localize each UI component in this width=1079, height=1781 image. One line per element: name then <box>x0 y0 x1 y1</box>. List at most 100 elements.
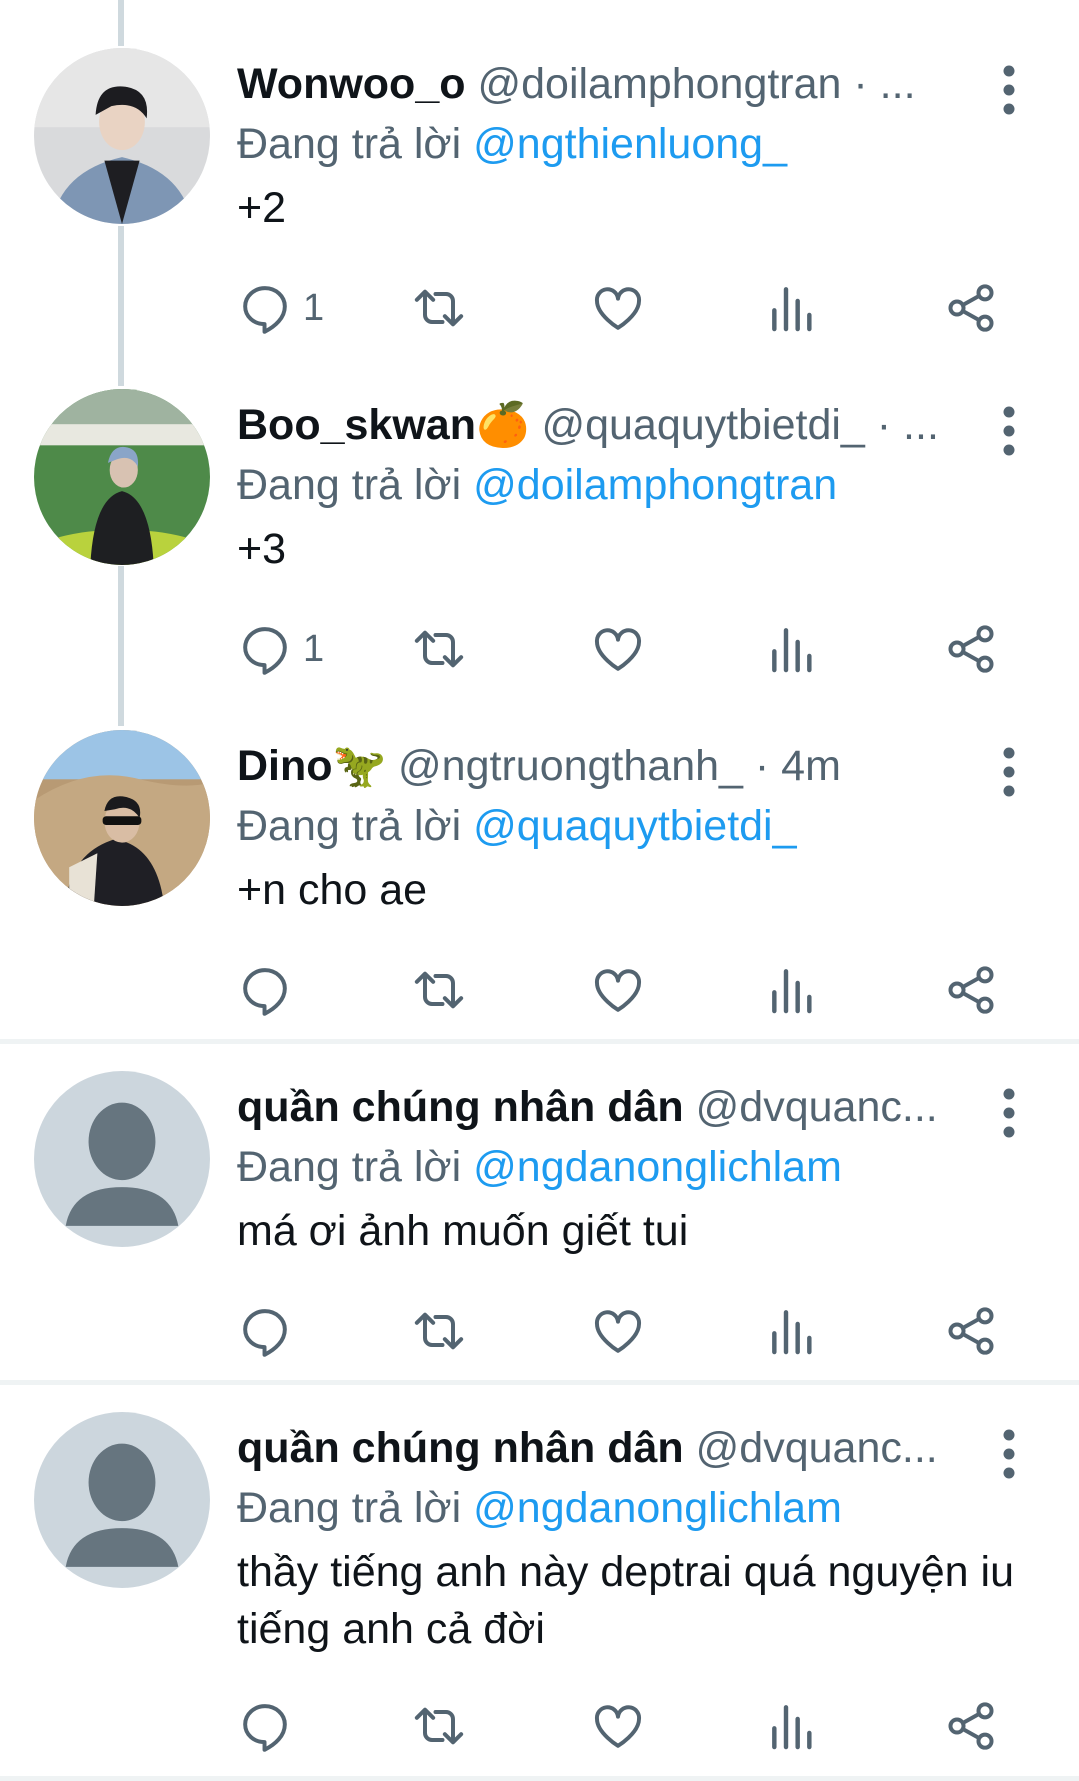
share-button[interactable] <box>943 955 999 1025</box>
mention-link[interactable]: @ngdanonglichlam <box>473 1484 842 1532</box>
retweet-icon <box>414 1707 464 1745</box>
views-icon <box>772 1705 812 1750</box>
retweet-button[interactable] <box>411 1691 467 1761</box>
tweet[interactable]: quần chúng nhân dân @dvquanc... Đang trả… <box>0 1404 1079 1781</box>
tweet-text: +3 <box>237 525 287 573</box>
reply-button[interactable] <box>237 955 303 1025</box>
mention-link[interactable]: @ngdanonglichlam <box>473 1143 842 1191</box>
retweet-button[interactable] <box>411 1296 467 1366</box>
more-vertical-icon <box>1003 1429 1015 1479</box>
reply-button[interactable] <box>237 1691 303 1761</box>
retweet-button[interactable] <box>411 273 467 343</box>
tweet-header: Boo_skwan🍊 @quaquytbietdi_ · ... <box>237 395 969 455</box>
more-options-button[interactable] <box>985 62 1033 118</box>
tweet[interactable]: Wonwoo_o @doilamphongtran · ... Đang trả… <box>0 40 1079 360</box>
display-name[interactable]: Dino🦖 <box>237 742 386 790</box>
divider <box>0 1380 1079 1385</box>
share-icon <box>948 1702 994 1750</box>
handle-meta[interactable]: @dvquanc... <box>696 1424 938 1472</box>
tweet-text: thầy tiếng anh này deptrai quá nguyện iu… <box>237 1548 1014 1653</box>
action-bar <box>0 1691 1079 1761</box>
views-icon <box>772 628 812 673</box>
like-button[interactable] <box>590 614 646 684</box>
like-icon <box>595 628 641 671</box>
replying-prefix: Đang trả lời <box>237 1484 462 1532</box>
more-vertical-icon <box>1003 1088 1015 1138</box>
views-icon <box>772 287 812 332</box>
more-options-button[interactable] <box>985 1426 1033 1482</box>
handle-meta[interactable]: @quaquytbietdi_ · ... <box>541 401 938 449</box>
reply-icon <box>243 1704 287 1752</box>
views-button[interactable] <box>765 614 821 684</box>
more-vertical-icon <box>1003 406 1015 456</box>
views-button[interactable] <box>765 1691 821 1761</box>
share-button[interactable] <box>943 614 999 684</box>
mention-link[interactable]: @doilamphongtran <box>473 461 837 509</box>
display-name[interactable]: Boo_skwan🍊 <box>237 401 530 449</box>
views-icon <box>772 1310 812 1355</box>
avatar[interactable] <box>34 730 210 906</box>
tweet[interactable]: Dino🦖 @ngtruongthanh_ · 4m Đang trả lời … <box>0 722 1079 1042</box>
reply-button[interactable]: 1 <box>237 614 324 684</box>
avatar[interactable] <box>34 48 210 224</box>
like-button[interactable] <box>590 955 646 1025</box>
reply-button[interactable] <box>237 1296 303 1366</box>
tweet-text: +2 <box>237 184 287 232</box>
reply-button[interactable]: 1 <box>237 273 324 343</box>
share-icon <box>948 966 994 1014</box>
handle-meta[interactable]: @doilamphongtran · ... <box>477 60 915 108</box>
more-options-button[interactable] <box>985 744 1033 800</box>
like-icon <box>595 1310 641 1353</box>
action-bar: 1 <box>0 614 1079 684</box>
tweet[interactable]: Boo_skwan🍊 @quaquytbietdi_ · ... Đang tr… <box>0 381 1079 701</box>
avatar[interactable] <box>34 1071 210 1247</box>
share-button[interactable] <box>943 1691 999 1761</box>
like-button[interactable] <box>590 273 646 343</box>
share-icon <box>948 284 994 332</box>
share-icon <box>948 1307 994 1355</box>
like-icon <box>595 287 641 330</box>
display-name[interactable]: quần chúng nhân dân <box>237 1083 684 1131</box>
replying-to: Đang trả lời @doilamphongtran <box>237 455 837 515</box>
retweet-button[interactable] <box>411 955 467 1025</box>
action-bar <box>0 955 1079 1025</box>
divider <box>0 1039 1079 1044</box>
display-name[interactable]: Wonwoo_o <box>237 60 466 108</box>
mention-link[interactable]: @ngthienluong_ <box>473 120 787 168</box>
retweet-icon <box>414 971 464 1009</box>
replying-to: Đang trả lời @ngdanonglichlam <box>237 1478 842 1538</box>
replying-to: Đang trả lời @ngdanonglichlam <box>237 1137 842 1197</box>
like-button[interactable] <box>590 1296 646 1366</box>
reply-icon <box>243 968 287 1016</box>
replying-prefix: Đang trả lời <box>237 461 462 509</box>
like-icon <box>595 1705 641 1748</box>
share-icon <box>948 625 994 673</box>
more-options-button[interactable] <box>985 1085 1033 1141</box>
action-bar <box>0 1296 1079 1366</box>
tweet-header: Wonwoo_o @doilamphongtran · ... <box>237 54 969 114</box>
replying-prefix: Đang trả lời <box>237 802 462 850</box>
views-button[interactable] <box>765 1296 821 1366</box>
replying-to: Đang trả lời @quaquytbietdi_ <box>237 796 797 856</box>
share-button[interactable] <box>943 273 999 343</box>
display-name[interactable]: quần chúng nhân dân <box>237 1424 684 1472</box>
views-button[interactable] <box>765 955 821 1025</box>
reply-icon <box>243 627 287 675</box>
avatar[interactable] <box>34 1412 210 1588</box>
replying-prefix: Đang trả lời <box>237 120 462 168</box>
handle-meta[interactable]: @dvquanc... <box>696 1083 938 1131</box>
retweet-button[interactable] <box>411 614 467 684</box>
tweet[interactable]: quần chúng nhân dân @dvquanc... Đang trả… <box>0 1063 1079 1383</box>
more-options-button[interactable] <box>985 403 1033 459</box>
avatar[interactable] <box>34 389 210 565</box>
reply-icon <box>243 1309 287 1357</box>
share-button[interactable] <box>943 1296 999 1366</box>
handle-meta[interactable]: @ngtruongthanh_ · 4m <box>398 742 841 790</box>
mention-link[interactable]: @quaquytbietdi_ <box>473 802 796 850</box>
views-button[interactable] <box>765 273 821 343</box>
like-button[interactable] <box>590 1691 646 1761</box>
retweet-icon <box>414 1312 464 1350</box>
tweet-header: quần chúng nhân dân @dvquanc... <box>237 1418 969 1478</box>
tweet-text: +n cho ae <box>237 866 428 914</box>
default-avatar-icon <box>34 1071 210 1247</box>
